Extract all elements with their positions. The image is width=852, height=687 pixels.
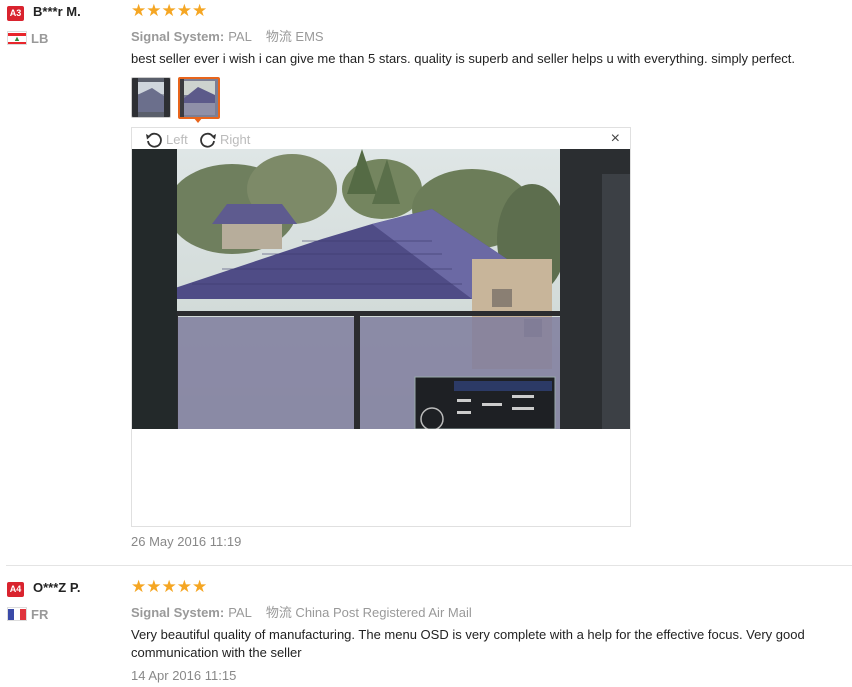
france-flag-icon xyxy=(7,607,27,621)
close-icon[interactable]: × xyxy=(611,130,620,148)
photo-viewer-toolbar: Left Right × xyxy=(132,128,630,149)
shipping-method: 物流 China Post Registered Air Mail xyxy=(265,605,472,620)
lebanon-flag-icon xyxy=(7,31,27,45)
review-item: A3 B***r M. LB ★★★★★ Signal System: PAL 物流… xyxy=(0,0,852,565)
photo-viewer: Left Right × xyxy=(131,127,631,527)
review-photo-large xyxy=(132,149,630,429)
attribute-value: PAL xyxy=(228,29,252,44)
review-item: A4 O***Z P. FR ★★★★★ Signal System: PAL 物流… xyxy=(0,566,852,687)
buyer-name: O***Z P. xyxy=(33,580,81,595)
buyer-level-badge: A4 xyxy=(7,582,24,597)
review-text: best seller ever i wish i can give me th… xyxy=(131,51,796,66)
review-date: 14 Apr 2016 11:15 xyxy=(131,668,237,683)
rotate-right-button[interactable]: Right xyxy=(198,129,250,149)
buyer-country: LB xyxy=(31,31,49,46)
star-rating: ★★★★★ xyxy=(131,577,208,596)
star-rating: ★★★★★ xyxy=(131,1,208,20)
review-photo-thumbnail[interactable] xyxy=(131,77,171,118)
review-attributes: Signal System: PAL 物流 EMS xyxy=(131,26,324,45)
shipping-method: 物流 EMS xyxy=(265,29,324,44)
attribute-label: Signal System: xyxy=(131,605,225,620)
buyer-country: FR xyxy=(31,607,49,622)
rotate-left-button[interactable]: Left xyxy=(144,129,188,149)
rotate-left-icon xyxy=(146,132,162,148)
rotate-right-label: Right xyxy=(220,131,251,147)
rotate-right-icon xyxy=(200,132,216,148)
selected-thumbnail-caret xyxy=(193,117,203,123)
review-attributes: Signal System: PAL 物流 China Post Registere… xyxy=(131,602,472,621)
review-text: Very beautiful quality of manufacturing.… xyxy=(131,627,805,660)
buyer-name: B***r M. xyxy=(33,4,81,19)
rotate-left-label: Left xyxy=(166,131,188,147)
attribute-label: Signal System: xyxy=(131,29,225,44)
attribute-value: PAL xyxy=(228,605,252,620)
review-date: 26 May 2016 11:19 xyxy=(131,534,242,549)
review-photo-thumbnail-selected[interactable] xyxy=(178,77,220,119)
buyer-level-badge: A3 xyxy=(7,6,24,21)
